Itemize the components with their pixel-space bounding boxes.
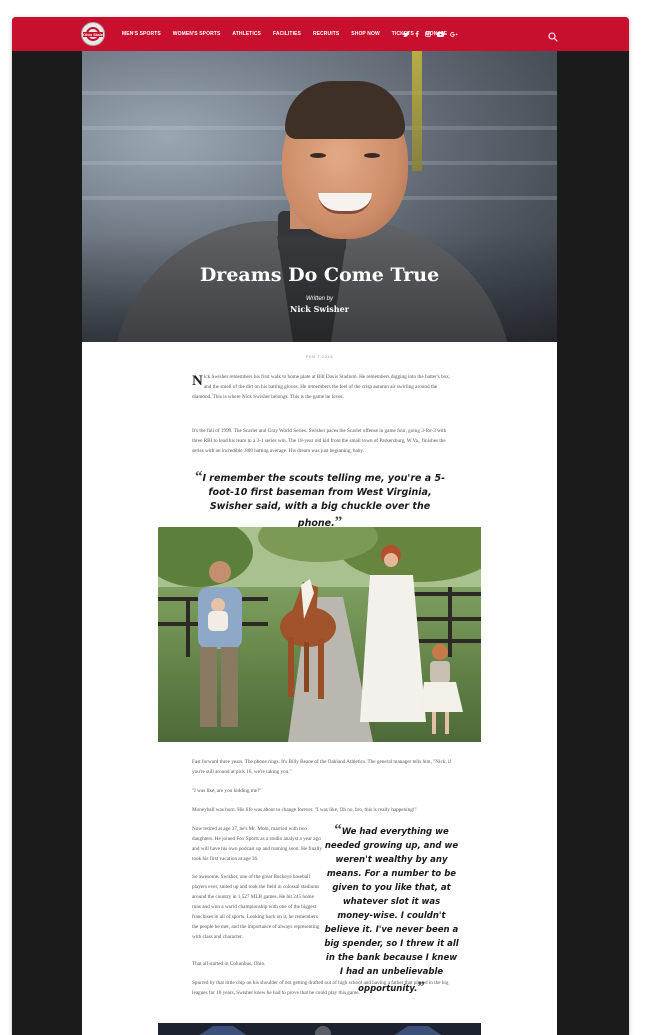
browser-window: Ohio State Men's Sports Women's Sports A…	[12, 17, 629, 1035]
paragraph-intro-text: ick Swisher remembers his first walk to …	[192, 374, 451, 400]
ohio-state-logo[interactable]: Ohio State	[81, 22, 105, 46]
twitter-icon[interactable]	[403, 31, 409, 37]
bottom-media-banner	[158, 1023, 481, 1035]
instagram-icon[interactable]	[425, 31, 431, 37]
pull-quote-2: “We had everything we needed growing up,…	[324, 822, 459, 996]
nav-item-mens-sports[interactable]: Men's Sports	[122, 31, 161, 37]
paragraph-fast-forward: Fast forward three years. The phone ring…	[192, 759, 452, 775]
top-navigation: Ohio State Men's Sports Women's Sports A…	[12, 17, 629, 51]
logo-wordmark: Ohio State	[83, 32, 104, 37]
facebook-icon[interactable]	[415, 31, 419, 37]
paragraph-buckeye: So awesome. Swisher, one of the great Bu…	[192, 874, 320, 940]
nav-item-recruits[interactable]: Recruits	[313, 31, 339, 37]
quote-open-mark: “	[334, 822, 342, 838]
nav-item-athletics[interactable]: Athletics	[232, 31, 261, 37]
paragraph-kidding: "I was like, are you kidding me?"	[192, 788, 262, 794]
paragraph-intro: Nick Swisher remembers his first walk to…	[192, 372, 457, 402]
article-date: FEB 7 2018	[305, 354, 334, 359]
pull-quote-2-text: We had everything we needed growing up, …	[324, 827, 459, 994]
nav-item-facilities[interactable]: Facilities	[273, 31, 301, 37]
nav-item-womens-sports[interactable]: Women's Sports	[173, 31, 221, 37]
pull-quote-1: “I remember the scouts telling me, you'r…	[190, 469, 450, 531]
pull-quote-1-text: I remember the scouts telling me, you're…	[202, 473, 446, 529]
foul-pole	[412, 51, 422, 171]
hero-eye-left	[310, 153, 326, 158]
social-links	[403, 17, 464, 51]
drop-cap: N	[192, 373, 203, 389]
youtube-icon[interactable]	[437, 31, 444, 37]
quote-close-mark: ”	[417, 979, 425, 995]
paragraph-columbus: That all started in Columbus, Ohio.	[192, 961, 266, 967]
family-photo	[158, 527, 481, 742]
hero-hair	[285, 81, 405, 139]
google-plus-icon[interactable]	[450, 31, 458, 37]
paragraph-series: It's the fall of 1999. The Scarlet and G…	[192, 428, 447, 454]
paragraph-retired: Now retired at age 37, he's Mr. Mom, mar…	[192, 826, 322, 862]
byline-label: Written by	[305, 296, 333, 302]
article-title: Dreams Do Come True	[199, 264, 440, 286]
hero-eye-right	[364, 153, 380, 158]
byline-author[interactable]: Nick Swisher	[82, 304, 557, 314]
article-body: FEB 7 2018 Nick Swisher remembers his fi…	[82, 342, 557, 1035]
nav-item-shop-now[interactable]: Shop Now	[351, 31, 380, 37]
hero-banner: Dreams Do Come True Written by Nick Swis…	[82, 51, 557, 342]
search-icon[interactable]	[548, 29, 558, 42]
hero-overlay	[82, 232, 557, 342]
paragraph-moneyball: Moneyball was born. His life was about t…	[192, 807, 417, 813]
